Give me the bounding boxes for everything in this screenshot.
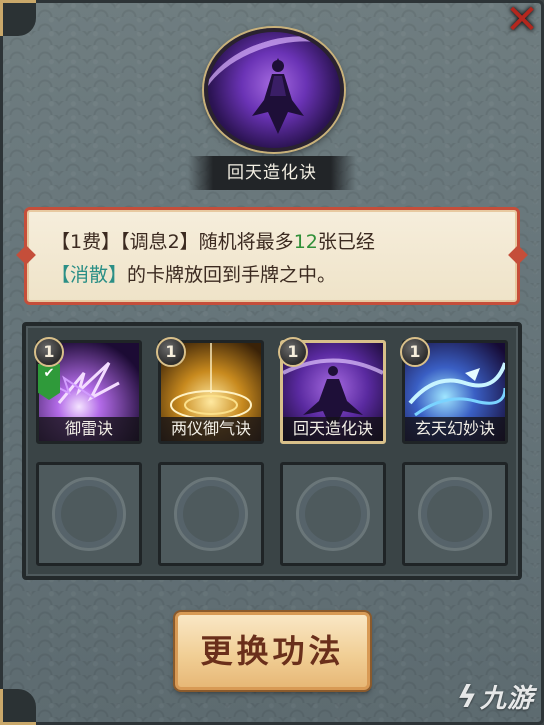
empty-slot-2[interactable] (158, 462, 264, 566)
empty-slot-3[interactable] (280, 462, 386, 566)
description-text: 【1费】【调息2】随机将最多 (51, 231, 294, 253)
highlight-number: 12 (293, 231, 318, 253)
description-text: 张已经 (317, 231, 375, 253)
cost-badge: 1 (278, 337, 308, 367)
skill-description: 【1费】【调息2】随机将最多12张已经 【消散】的卡牌放回到手牌之中。 (24, 207, 520, 305)
close-button[interactable]: ✕ (494, 0, 544, 50)
jiuyou-logo-icon: ϟ (457, 680, 478, 715)
close-icon: ✕ (505, 0, 539, 43)
description-text: 的卡牌放回到手牌之中。 (127, 264, 337, 286)
description-line-2: 【消散】的卡牌放回到手牌之中。 (51, 259, 493, 292)
watermark-text: 九游 (479, 684, 534, 714)
empty-slot-ring-icon (296, 477, 370, 551)
corner-ornament-top-left (0, 0, 36, 36)
cost-badge: 1 (34, 337, 64, 367)
corner-ornament-bottom-left (0, 689, 36, 725)
equipped-check-icon: ✔ (38, 364, 60, 400)
cost-badge: 1 (156, 337, 186, 367)
empty-slot-ring-icon (52, 477, 126, 551)
card-label: 玄天幻妙诀 (405, 417, 505, 441)
card-label: 两仪御气诀 (161, 417, 261, 441)
card-label: 御雷诀 (39, 417, 139, 441)
empty-slot-4[interactable] (402, 462, 508, 566)
skill-title: 回天造化诀 (188, 156, 356, 190)
card-label: 回天造化诀 (283, 417, 383, 441)
skill-icon (204, 28, 344, 152)
description-line-1: 【1费】【调息2】随机将最多12张已经 (51, 226, 493, 259)
cost-badge: 1 (400, 337, 430, 367)
empty-slot-ring-icon (418, 477, 492, 551)
robed-figure-icon (252, 58, 304, 134)
swap-skill-button[interactable]: 更换功法 (175, 612, 370, 690)
empty-slot-1[interactable] (36, 462, 142, 566)
keyword-dissipate: 【消散】 (51, 264, 128, 286)
empty-slot-ring-icon (174, 477, 248, 551)
watermark: ϟ九游 (457, 678, 534, 715)
